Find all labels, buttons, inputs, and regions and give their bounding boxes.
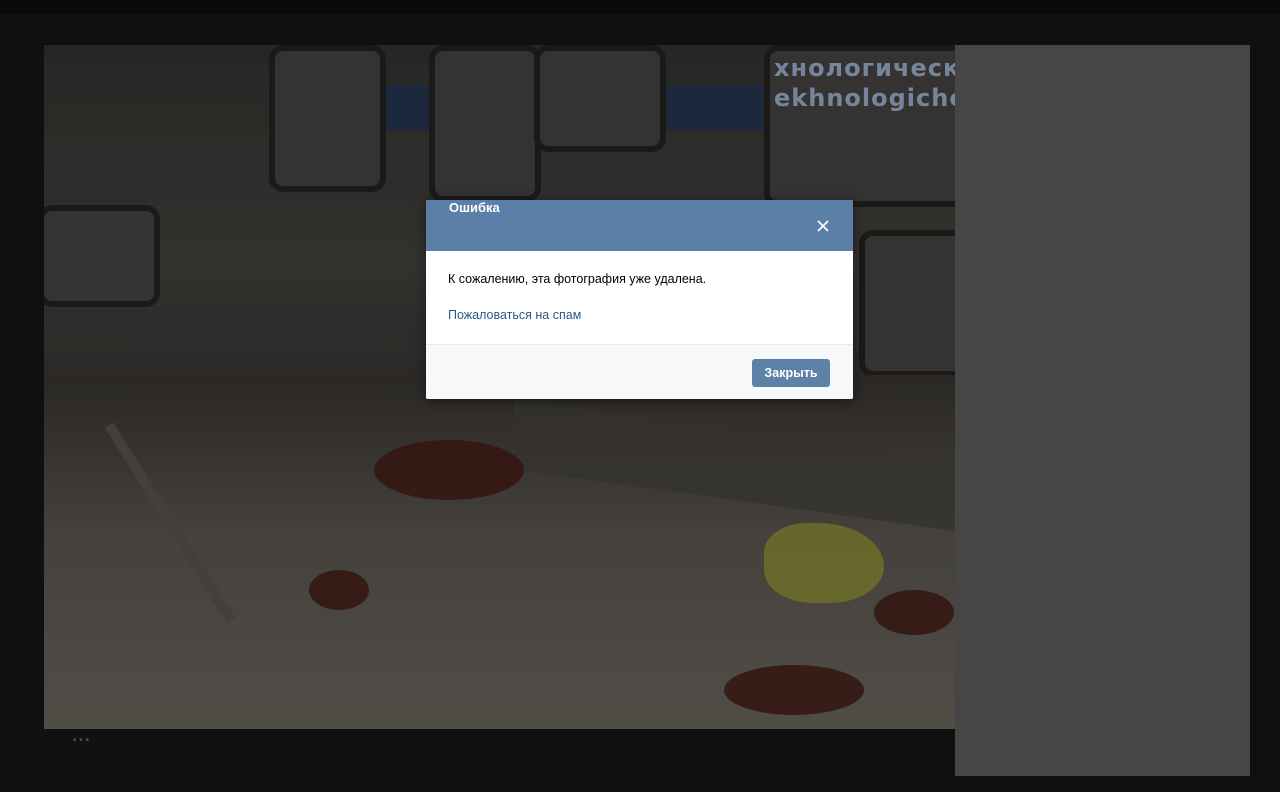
dialog-title: Ошибка — [449, 200, 500, 215]
close-button[interactable]: Закрыть — [752, 359, 830, 387]
dialog-header: Ошибка — [426, 200, 853, 251]
page: хнологическ ekhnologichesk ... Ошибка — [0, 0, 1280, 792]
report-spam-link[interactable]: Пожаловаться на спам — [448, 308, 581, 322]
error-dialog: Ошибка К сожалению, эта фотография уже у… — [426, 200, 853, 399]
dialog-body: К сожалению, эта фотография уже удалена.… — [426, 251, 853, 344]
dialog-footer: Закрыть — [426, 344, 853, 399]
close-icon[interactable] — [813, 216, 833, 236]
dialog-message: К сожалению, эта фотография уже удалена. — [448, 272, 707, 286]
